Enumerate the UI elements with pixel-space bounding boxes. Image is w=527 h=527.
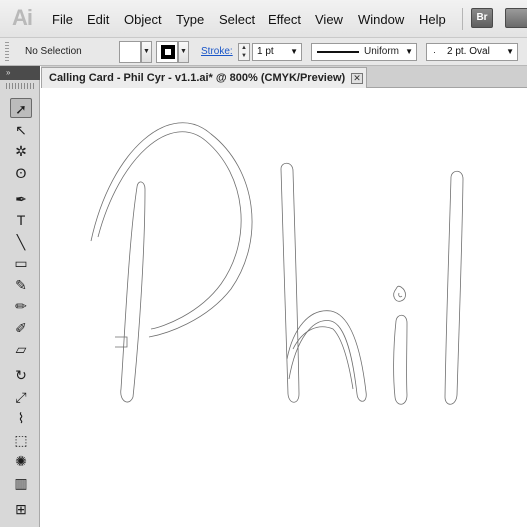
brush-definition-select[interactable]: · 2 pt. Oval ▼ xyxy=(426,43,518,61)
gradient-tool[interactable]: ▬ xyxy=(10,520,32,527)
brush-dot-icon: · xyxy=(433,47,436,57)
magic-wand-tool[interactable]: ✲ xyxy=(10,141,32,161)
scale-tool[interactable]: ⤢ xyxy=(10,387,32,407)
control-bar: No Selection ▼ ▼ Stroke: ▲ ▼ 1 pt ▼ ▼ Uni… xyxy=(0,38,527,66)
illustrator-logo: Ai xyxy=(12,5,33,30)
document-tab[interactable]: Calling Card - Phil Cyr - v1.1.ai* @ 800… xyxy=(41,67,367,88)
letter-p-bowl-outline xyxy=(90,122,253,338)
chevron-down-icon: ▼ xyxy=(506,47,514,56)
fill-swatch[interactable] xyxy=(119,41,141,63)
direct-selection-tool[interactable]: ↖ xyxy=(10,120,32,140)
menu-file[interactable]: File xyxy=(52,12,73,27)
rectangle-tool[interactable]: ▭ xyxy=(10,253,32,273)
free-transform-tool[interactable]: ⬚ xyxy=(10,430,32,450)
stroke-weight-field[interactable]: 1 pt ▼ xyxy=(252,43,302,61)
stroke-dropdown-arrow[interactable]: ▼ xyxy=(178,41,189,63)
stroke-profile-label: Uniform xyxy=(364,46,400,57)
pencil-tool[interactable]: ✏ xyxy=(10,296,32,316)
warp-tool[interactable]: ⌇ xyxy=(10,408,32,428)
lasso-tool[interactable]: ʘ xyxy=(10,163,32,183)
menu-effect[interactable]: Effect xyxy=(268,12,301,27)
letter-i-dot-outline xyxy=(393,285,406,302)
chevron-down-icon: ▼ xyxy=(405,47,413,56)
menu-window[interactable]: Window xyxy=(358,12,404,27)
menu-type[interactable]: Type xyxy=(176,12,204,27)
menu-separator xyxy=(462,8,463,30)
menu-bar: Ai File Edit Object Type Select Effect V… xyxy=(0,0,527,38)
bridge-button[interactable]: Br xyxy=(471,8,493,28)
symbol-sprayer-tool[interactable]: ✺ xyxy=(10,451,32,471)
document-tab-bar: Calling Card - Phil Cyr - v1.1.ai* @ 800… xyxy=(41,66,527,88)
stroke-panel-link[interactable]: Stroke: xyxy=(201,46,233,57)
line-segment-tool[interactable]: ╲ xyxy=(10,232,32,252)
workspace-switcher-button[interactable] xyxy=(505,8,527,28)
control-bar-grip[interactable] xyxy=(5,42,9,62)
stroke-color-icon xyxy=(161,45,175,59)
rotate-tool[interactable]: ↻ xyxy=(10,365,32,385)
type-tool[interactable]: T xyxy=(10,210,32,230)
artboard-canvas[interactable] xyxy=(41,89,527,527)
letter-p-stem-outline xyxy=(120,181,146,403)
document-tab-title: Calling Card - Phil Cyr - v1.1.ai* @ 800… xyxy=(49,72,346,84)
stroke-weight-value: 1 pt xyxy=(257,46,274,57)
stroke-weight-stepper[interactable]: ▲ ▼ xyxy=(238,43,250,61)
fill-dropdown-arrow[interactable]: ▼ xyxy=(141,41,152,63)
column-graph-tool[interactable]: ▥ xyxy=(10,473,32,493)
chevron-down-icon: ▼ xyxy=(290,47,298,56)
brush-name: 2 pt. Oval xyxy=(447,46,490,57)
menu-help[interactable]: Help xyxy=(419,12,446,27)
stroke-profile-preview xyxy=(317,51,359,53)
tools-panel-collapse[interactable]: » xyxy=(0,66,40,80)
pen-tool[interactable]: ✒ xyxy=(10,189,32,209)
menu-view[interactable]: View xyxy=(315,12,343,27)
tools-panel: » ➚↖✲ʘ ✒T╲▭✎✏✐▱ ↻⤢⌇⬚✺▥ ⊞▬ xyxy=(0,66,40,527)
eraser-tool[interactable]: ▱ xyxy=(10,339,32,359)
phil-lettering-artwork[interactable] xyxy=(41,89,527,527)
letter-h-stem-outline xyxy=(280,162,300,403)
tools-panel-grip[interactable] xyxy=(6,83,34,89)
menu-object[interactable]: Object xyxy=(124,12,162,27)
menu-select[interactable]: Select xyxy=(219,12,255,27)
menu-edit[interactable]: Edit xyxy=(87,12,109,27)
letter-i-stem-outline xyxy=(393,314,408,405)
selection-tool[interactable]: ➚ xyxy=(10,98,32,118)
selection-status: No Selection xyxy=(25,46,82,57)
blob-brush-tool[interactable]: ✐ xyxy=(10,318,32,338)
mesh-tool[interactable]: ⊞ xyxy=(10,499,32,519)
paintbrush-tool[interactable]: ✎ xyxy=(10,275,32,295)
stroke-swatch[interactable] xyxy=(156,41,178,63)
letter-l-stem-outline xyxy=(444,170,464,405)
close-icon[interactable]: ✕ xyxy=(351,73,363,84)
